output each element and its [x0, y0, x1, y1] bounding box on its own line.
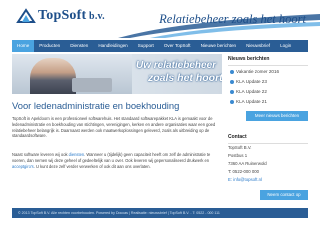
news-item[interactable]: KLA Update 21 [228, 97, 308, 107]
news-item[interactable]: Vakantie zomer 2016 [228, 67, 308, 77]
intro-paragraph: TopSoft in Apeldoorn is een professionee… [12, 116, 216, 139]
logo-mark-icon [16, 8, 36, 23]
contact-button[interactable]: Neem contact op [260, 190, 308, 200]
hero-laptop-image [72, 78, 112, 92]
site-header: TopSoft b.v. Relatiebeheer zoals het hoo… [0, 0, 320, 38]
news-item-label: KLA Update 23 [236, 79, 267, 84]
news-list: Vakantie zomer 2016 KLA Update 23 KLA Upda… [228, 67, 308, 107]
nav-item-handleidingen[interactable]: Handleidingen [93, 40, 132, 52]
contact-line: T: 0522-000 000 [228, 169, 260, 174]
news-item-label: KLA Update 22 [236, 89, 267, 94]
contact-line: Postbus 1 [228, 153, 248, 158]
nav-item-nieuwe-berichten[interactable]: Nieuwe berichten [196, 40, 242, 52]
site-logo[interactable]: TopSoft b.v. [16, 6, 136, 30]
services-link[interactable]: diensten [69, 152, 84, 157]
bullet-icon [230, 80, 234, 84]
news-divider [228, 65, 308, 66]
logo-text: TopSoft b.v. [38, 8, 105, 24]
nav-item-diensten[interactable]: Diensten [65, 40, 93, 52]
contact-details: TopSoft B.V. Postbus 1 7360 AA Ruinerwold T… [228, 144, 308, 184]
hero-image [12, 54, 132, 94]
services-text-3: . U kunt deze zelf verder verwerken of o… [33, 163, 151, 169]
nav-item-home[interactable]: Home [12, 40, 35, 52]
nav-item-support[interactable]: Support [133, 40, 159, 52]
site-tagline: Relatiebeheer zoals het hoort [159, 12, 306, 26]
nav-item-producten[interactable]: Producten [34, 40, 65, 52]
hero-banner: Uw relatiebeheer zoals het hoort! [12, 54, 222, 94]
news-item-label: KLA Update 21 [236, 99, 267, 104]
contact-title: Contact [228, 134, 247, 140]
bullet-icon [230, 90, 234, 94]
news-title: Nieuws berichten [228, 56, 270, 62]
acceptgiro-link[interactable]: acceptgiro's [12, 164, 34, 169]
logo-name: TopSoft [38, 8, 87, 23]
logo-suffix: b.v. [86, 11, 105, 22]
bullet-icon [230, 100, 234, 104]
nav-item-login[interactable]: Login [275, 40, 296, 52]
nav-item-nieuwsbrief[interactable]: Nieuwsbrief [241, 40, 275, 52]
bullet-icon [230, 70, 234, 74]
hero-slogan-line1: Uw relatiebeheer [136, 60, 217, 71]
contact-line: 7360 AA Ruinerwold [228, 161, 267, 166]
nav-item-over-topsoft[interactable]: Over TopSoft [159, 40, 196, 52]
more-news-button[interactable]: Meer nieuws berichten [246, 111, 308, 121]
hero-person-photo [30, 58, 76, 94]
page-title: Voor ledenadministratie en boekhouding [12, 100, 180, 111]
services-text-1: Naast software leveren wij ook [12, 152, 69, 157]
contact-panel: Contact [228, 134, 308, 140]
news-item[interactable]: KLA Update 22 [228, 87, 308, 97]
news-panel: Nieuws berichten [228, 56, 308, 62]
main-navigation: Home Producten Diensten Handleidingen Suppor… [12, 40, 308, 52]
site-footer: © 2013 TopSoft B.V. Alle rechten voorbeh… [12, 208, 308, 218]
contact-email-link[interactable]: E: info@topsoft.nl [228, 176, 308, 184]
news-item[interactable]: KLA Update 23 [228, 77, 308, 87]
contact-line: TopSoft B.V. [228, 145, 252, 150]
services-paragraph: Naast software leveren wij ook diensten.… [12, 152, 220, 169]
hero-slogan-line2: zoals het hoort! [148, 72, 222, 84]
news-item-label: Vakantie zomer 2016 [236, 69, 280, 74]
